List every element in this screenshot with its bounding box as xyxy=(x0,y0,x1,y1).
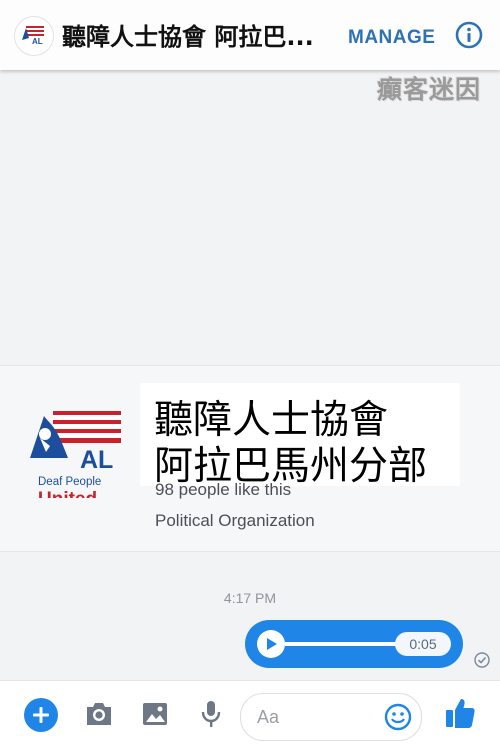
page-avatar[interactable]: AL xyxy=(14,16,54,56)
manage-button[interactable]: MANAGE xyxy=(348,27,435,49)
message-input-pill[interactable] xyxy=(240,693,422,741)
message-timestamp: 4:17 PM xyxy=(223,590,277,606)
page-info-card[interactable]: AL Deaf People United 聽障人士協會 阿拉巴馬州分部 98 … xyxy=(0,365,500,552)
camera-icon[interactable] xyxy=(84,701,114,731)
logo-middle-text: Deaf People xyxy=(38,476,101,488)
microphone-icon[interactable] xyxy=(200,699,222,733)
message-composer xyxy=(0,680,500,751)
audio-message-bubble[interactable]: 0:05 xyxy=(245,620,463,668)
image-icon[interactable] xyxy=(141,701,169,731)
page-name-box: 聽障人士協會 阿拉巴馬州分部 xyxy=(140,383,460,489)
emoji-icon[interactable] xyxy=(384,703,412,731)
seen-check-icon xyxy=(474,652,490,668)
logo-united-text: United xyxy=(38,489,97,498)
conversation-title[interactable]: 聽障人士協會 阿拉巴... xyxy=(62,17,352,52)
page-category: Political Organization xyxy=(155,511,315,530)
plus-icon[interactable] xyxy=(24,698,58,732)
deaf-people-united-logo: AL xyxy=(22,26,44,46)
info-icon[interactable] xyxy=(455,21,483,49)
logo-al-text: AL xyxy=(80,446,113,474)
page-likes-count: 98 people like this xyxy=(155,480,292,499)
play-icon[interactable] xyxy=(257,630,285,658)
conversation-header: AL 聽障人士協會 阿拉巴... MANAGE xyxy=(0,0,500,70)
header-logo-text: AL xyxy=(32,37,43,46)
watermark-text: 癲客迷因 xyxy=(377,75,482,104)
thumbs-up-icon[interactable] xyxy=(444,696,476,734)
message-input[interactable] xyxy=(255,704,379,730)
page-logo: AL Deaf People United xyxy=(28,388,128,510)
audio-duration: 0:05 xyxy=(395,632,451,656)
